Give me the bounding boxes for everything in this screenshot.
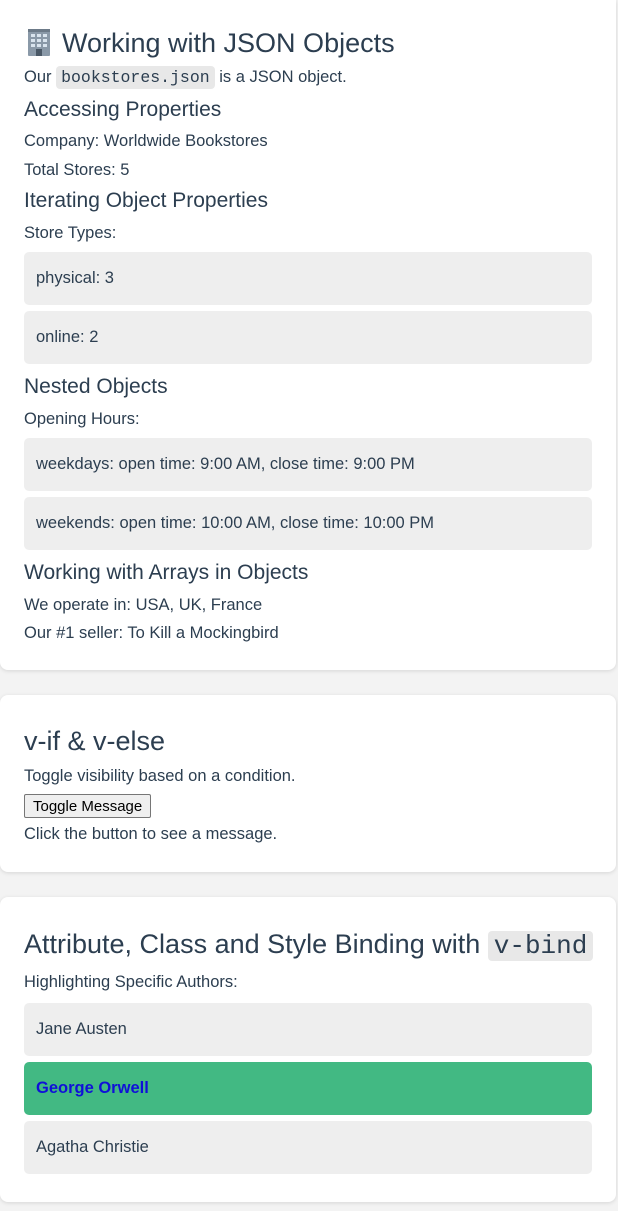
intro-suffix: is a JSON object. — [219, 68, 347, 86]
intro-code: bookstores.json — [56, 66, 215, 89]
accessing-heading: Accessing Properties — [24, 98, 222, 121]
vif-message: Click the button to see a message. — [24, 825, 278, 843]
store-type-text: physical: 3 — [36, 269, 114, 287]
authors-list: Jane Austen George Orwell Agatha Christi… — [24, 1003, 592, 1180]
office-building-icon — [28, 29, 50, 56]
list-item: weekends: open time: 10:00 AM, close tim… — [24, 497, 592, 550]
list-item-highlighted: George Orwell — [24, 1062, 592, 1115]
vbind-title-code: v-bind — [487, 931, 594, 961]
list-item: online: 2 — [24, 311, 592, 364]
author-name: Jane Austen — [36, 1020, 127, 1038]
json-intro: Our bookstores.json is a JSON object. — [24, 66, 347, 89]
json-title-text: Working with JSON Objects — [62, 28, 395, 58]
json-objects-card: Working with JSON Objects Our bookstores… — [0, 0, 616, 670]
intro-prefix: Our — [24, 68, 52, 86]
list-item: weekdays: open time: 9:00 AM, close time… — [24, 438, 592, 491]
opening-hours-text: weekends: open time: 10:00 AM, close tim… — [36, 514, 435, 532]
nested-heading: Nested Objects — [24, 375, 168, 398]
opening-hours-text: weekdays: open time: 9:00 AM, close time… — [36, 455, 415, 473]
vbind-title: Attribute, Class and Style Binding with … — [24, 927, 594, 963]
store-types-list: physical: 3 online: 2 — [24, 252, 592, 370]
stores-line: Total Stores: 5 — [24, 161, 130, 179]
vif-description: Toggle visibility based on a condition. — [24, 767, 296, 785]
page-title: Working with JSON Objects — [24, 26, 395, 60]
list-item: physical: 3 — [24, 252, 592, 305]
seller-line: Our #1 seller: To Kill a Mockingbird — [24, 624, 279, 642]
iterating-heading: Iterating Object Properties — [24, 189, 268, 212]
company-line: Company: Worldwide Bookstores — [24, 132, 268, 150]
author-name: Agatha Christie — [36, 1138, 149, 1156]
author-name: George Orwell — [36, 1079, 149, 1097]
json-title-row: Working with JSON Objects — [24, 26, 395, 60]
vbind-card: Attribute, Class and Style Binding with … — [0, 897, 616, 1202]
store-types-label: Store Types: — [24, 224, 117, 242]
list-item: Jane Austen — [24, 1003, 592, 1056]
opening-hours-label: Opening Hours: — [24, 410, 140, 428]
opening-hours-list: weekdays: open time: 9:00 AM, close time… — [24, 438, 592, 556]
store-type-text: online: 2 — [36, 328, 99, 346]
toggle-message-button[interactable]: Toggle Message — [24, 794, 152, 818]
countries-line: We operate in: USA, UK, France — [24, 596, 263, 614]
arrays-heading: Working with Arrays in Objects — [24, 561, 309, 584]
vif-title: v-if & v-else — [24, 726, 166, 756]
vbind-title-text: Attribute, Class and Style Binding with — [24, 929, 481, 959]
list-item: Agatha Christie — [24, 1121, 592, 1174]
vbind-subtitle: Highlighting Specific Authors: — [24, 973, 238, 991]
vif-card: v-if & v-else Toggle visibility based on… — [0, 695, 616, 872]
